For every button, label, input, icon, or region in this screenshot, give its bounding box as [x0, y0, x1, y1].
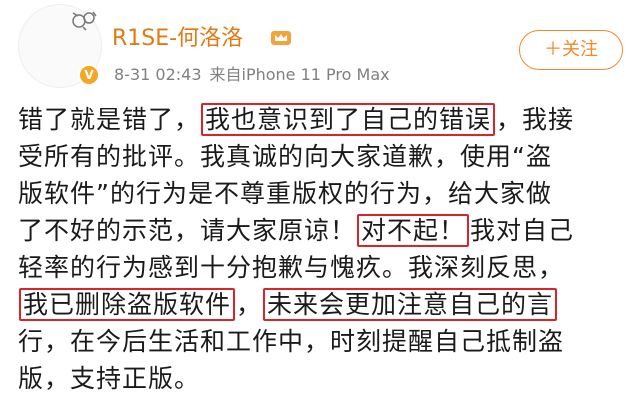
- post-meta: 8-31 02:43 来自iPhone 11 Pro Max: [114, 64, 390, 86]
- post-line: 我已删除盗版软件，未来会更加注意自己的言: [18, 286, 628, 323]
- post-header: V R1SE-何洛洛 8-31 02:43 来自iPhone 11 Pro Max…: [0, 0, 640, 100]
- post-line: 版软件”的行为是不尊重版权的行为，给大家做: [18, 175, 628, 212]
- timestamp: 8-31 02:43: [114, 65, 202, 84]
- text-segment: 受所有的批评。我真诚的向大家道歉，使用“盗: [18, 142, 552, 171]
- post-line: 行，在今后生活和工作中，时刻提醒自己抵制盗: [18, 323, 628, 360]
- verified-icon: V: [78, 64, 100, 86]
- highlighted-phrase: 我已删除盗版软件: [19, 288, 236, 321]
- highlighted-phrase: 未来会更加注意自己的言: [263, 288, 558, 321]
- highlighted-phrase: 对不起！: [357, 214, 470, 247]
- text-segment: ，: [236, 290, 263, 319]
- follow-button[interactable]: ＋关注: [519, 30, 623, 70]
- post-text: 错了就是错了， 我也意识到了自己的错误 ，我接受所有的批评。我真诚的向大家道歉，使用…: [18, 101, 628, 397]
- avatar-container[interactable]: V: [18, 4, 102, 88]
- doodle-icon: [72, 11, 97, 31]
- post-line: 错了就是错了， 我也意识到了自己的错误 ，我接: [18, 101, 628, 138]
- crown-icon: [271, 31, 291, 45]
- text-segment: 轻率的行为感到十分抱歉与愧疚。我深刻反思，: [18, 253, 565, 282]
- post-line: 受所有的批评。我真诚的向大家道歉，使用“盗: [18, 138, 628, 175]
- text-segment: 版，支持正版。: [18, 364, 201, 393]
- text-segment: 我对自己: [470, 216, 575, 245]
- highlighted-phrase: 我也意识到了自己的错误: [201, 103, 496, 136]
- post-line: 轻率的行为感到十分抱歉与愧疚。我深刻反思，: [18, 249, 628, 286]
- text-segment: 了不好的示范，请大家原谅！: [18, 216, 357, 245]
- text-segment: 行，在今后生活和工作中，时刻提醒自己抵制盗: [18, 327, 565, 356]
- text-segment: 版软件”的行为是不尊重版权的行为，给大家做: [18, 179, 552, 208]
- post-line: 了不好的示范，请大家原谅！ 对不起！ 我对自己: [18, 212, 628, 249]
- username[interactable]: R1SE-何洛洛: [112, 24, 243, 54]
- post-line: 版，支持正版。: [18, 360, 628, 397]
- text-segment: 错了就是错了，: [18, 105, 201, 134]
- text-segment: ，我接: [496, 105, 575, 134]
- post-source: 来自iPhone 11 Pro Max: [209, 65, 390, 84]
